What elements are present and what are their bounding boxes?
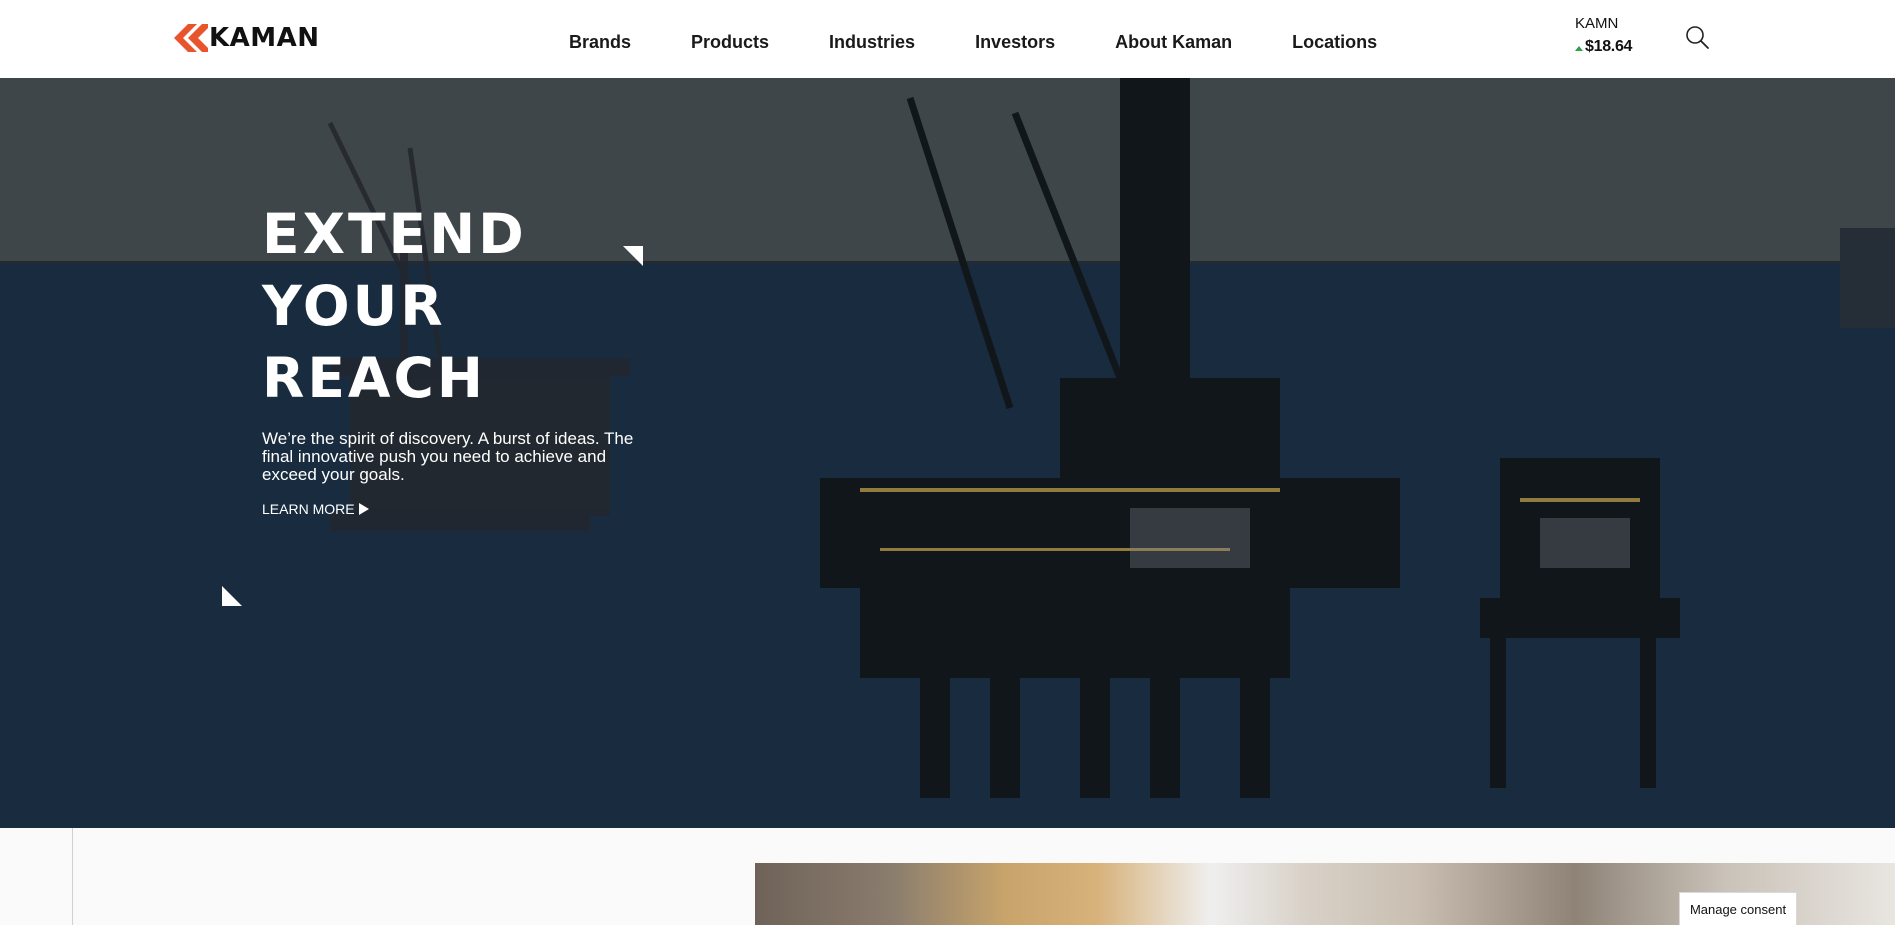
nav-item-about-kaman[interactable]: About Kaman — [1115, 28, 1232, 56]
site-header: KAMAN Brands Products Industries Investo… — [0, 0, 1895, 78]
hero-title-line-3: REACH — [262, 346, 486, 410]
hero-content: EXTEND YOUR REACH We’re the spirit of di… — [262, 198, 682, 519]
ticker-symbol: KAMN — [1575, 15, 1619, 32]
hero-title-line-2: YOUR — [262, 274, 446, 338]
learn-more-link[interactable]: LEARN MORE — [262, 501, 369, 517]
hero-banner: EXTEND YOUR REACH We’re the spirit of di… — [0, 78, 1895, 828]
trend-up-icon — [1575, 45, 1583, 51]
search-icon — [1686, 26, 1709, 49]
ticker-price-row: $18.64 — [1575, 38, 1632, 56]
hero-title-line-1: EXTEND — [262, 202, 527, 266]
hero-description: We’re the spirit of discovery. A burst o… — [262, 429, 634, 484]
hero-title: EXTEND YOUR REACH — [262, 198, 682, 414]
nav-item-locations[interactable]: Locations — [1292, 28, 1377, 56]
search-button[interactable] — [1683, 24, 1711, 52]
section-divider — [72, 828, 73, 925]
nav-item-industries[interactable]: Industries — [829, 28, 915, 56]
nav-item-products[interactable]: Products — [691, 28, 769, 56]
nav-item-investors[interactable]: Investors — [975, 28, 1055, 56]
ticker-price: $18.64 — [1585, 38, 1633, 55]
kaman-logo-mark-icon — [174, 24, 208, 52]
learn-more-label: LEARN MORE — [262, 501, 355, 517]
main-nav: Brands Products Industries Investors Abo… — [569, 28, 1377, 56]
logo-wordmark: KAMAN — [209, 23, 320, 53]
content-section — [0, 828, 1895, 925]
kaman-logo[interactable]: KAMAN — [172, 24, 320, 52]
stock-ticker[interactable]: KAMN $18.64 — [1575, 14, 1632, 56]
manage-consent-button[interactable]: Manage consent — [1679, 892, 1797, 925]
play-arrow-icon — [358, 503, 369, 515]
corner-accent-bottom-icon — [222, 586, 242, 606]
nav-item-brands[interactable]: Brands — [569, 28, 631, 56]
